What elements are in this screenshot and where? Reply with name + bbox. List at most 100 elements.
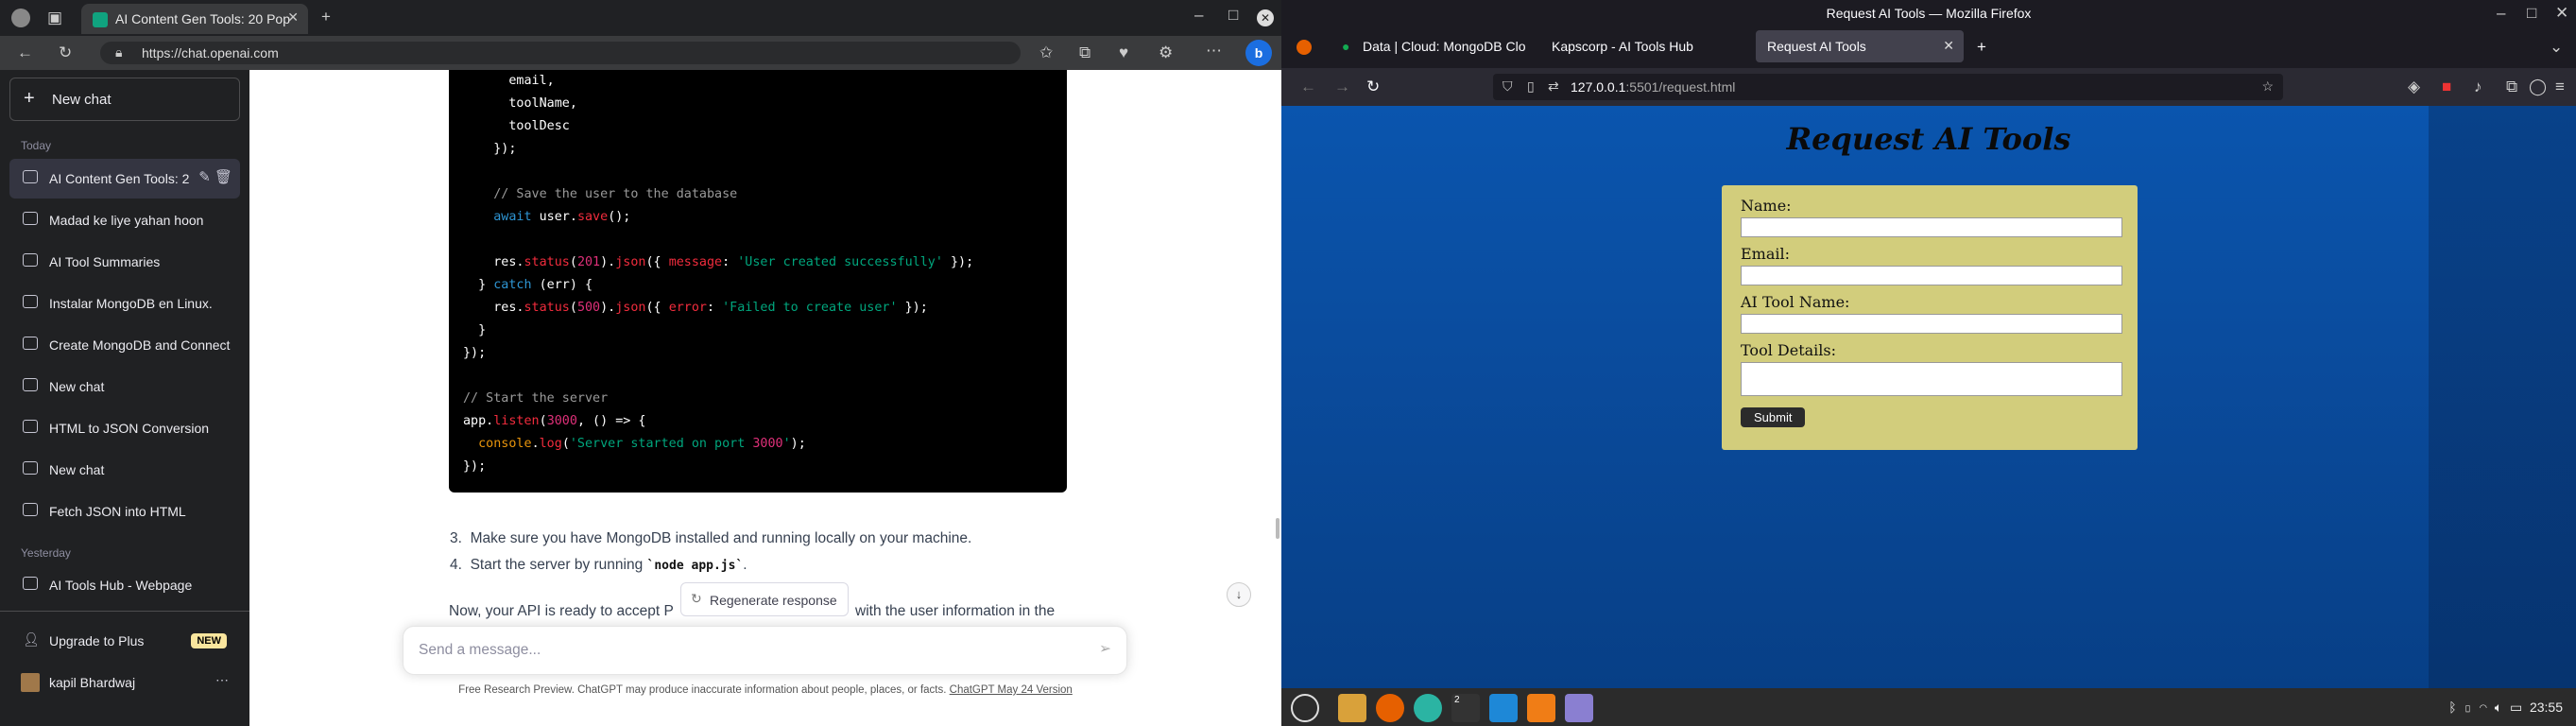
- user-menu[interactable]: kapil Bhardwaj ⋯: [9, 663, 240, 702]
- url-path: :5501/request.html: [1625, 79, 1736, 95]
- volume-icon[interactable]: 🔈︎: [2495, 700, 2502, 715]
- chat-item[interactable]: Madad ke liye yahan hoon: [9, 200, 240, 240]
- chat-item[interactable]: AI Content Gen Tools: 2 ✎ 🗑︎: [9, 159, 240, 199]
- message-input[interactable]: Send a message... ➢: [403, 626, 1127, 675]
- edge-dev-icon[interactable]: [1414, 694, 1442, 722]
- minimize-icon[interactable]: –: [2497, 4, 2505, 23]
- bluetooth-icon[interactable]: ᛒ: [2448, 700, 2456, 715]
- vscode-icon[interactable]: [1489, 694, 1518, 722]
- clock[interactable]: 23:55: [2530, 700, 2563, 715]
- chat-item[interactable]: Fetch JSON into HTML: [9, 492, 240, 531]
- address-bar[interactable]: 🔒︎ https://chat.openai.com: [100, 42, 1021, 64]
- footer-version-link[interactable]: ChatGPT May 24 Version: [950, 684, 1073, 696]
- upgrade-label: Upgrade to Plus: [49, 633, 145, 648]
- chat-item[interactable]: New chat: [9, 367, 240, 406]
- audio-icon[interactable]: ♪: [2474, 78, 2482, 96]
- forward-icon[interactable]: →: [1334, 78, 1350, 96]
- new-tab-button[interactable]: +: [321, 8, 331, 26]
- chat-item[interactable]: AI Tool Summaries: [9, 242, 240, 282]
- account-icon[interactable]: ◯: [2529, 78, 2547, 96]
- regenerate-button[interactable]: ↻ Regenerate response: [680, 582, 849, 616]
- scrollbar[interactable]: [1276, 518, 1279, 539]
- workspaces-icon[interactable]: ▣: [47, 9, 62, 27]
- close-tab-icon[interactable]: ✕: [1943, 38, 1954, 54]
- back-icon[interactable]: ←: [1300, 78, 1316, 96]
- performance-icon[interactable]: ♥: [1119, 43, 1128, 62]
- minimize-icon[interactable]: –: [1194, 6, 1203, 25]
- tool-details-label: Tool Details:: [1741, 341, 1836, 359]
- extensions-puzzle-icon[interactable]: ⧉: [2506, 78, 2517, 96]
- name-input[interactable]: [1741, 217, 2122, 237]
- message-placeholder: Send a message...: [419, 642, 541, 658]
- footer-disclaimer: Free Research Preview. ChatGPT may produ…: [249, 684, 1281, 696]
- firefox-view-icon[interactable]: [1297, 40, 1312, 55]
- collections-icon[interactable]: ⧉: [1079, 43, 1091, 62]
- chat-item-label: New chat: [49, 462, 105, 477]
- files-icon[interactable]: [1338, 694, 1366, 722]
- close-window-icon[interactable]: ✕: [2555, 4, 2568, 23]
- tab-request-ai-tools[interactable]: Request AI Tools ✕: [1756, 30, 1964, 62]
- tab-chatgpt[interactable]: AI Content Gen Tools: 20 Pop ✕: [81, 4, 308, 34]
- more-menu-icon[interactable]: ⋯: [1206, 42, 1222, 60]
- start-menu-icon[interactable]: [1291, 694, 1319, 722]
- chat-item[interactable]: HTML to JSON Conversion: [9, 408, 240, 448]
- chat-bubble-icon: [23, 170, 38, 183]
- app-icon[interactable]: [1565, 694, 1593, 722]
- permissions-icon: ⇄: [1548, 78, 1559, 94]
- edge-window: ▣ AI Content Gen Tools: 20 Pop ✕ + – □ ✕…: [0, 0, 1281, 726]
- tab-mongodb[interactable]: ● Data | Cloud: MongoDB Clo: [1329, 30, 1533, 62]
- chat-item[interactable]: Instalar MongoDB en Linux.: [9, 284, 240, 323]
- clipboard-icon[interactable]: ▯: [2464, 700, 2471, 715]
- more-icon[interactable]: ⋯: [215, 672, 229, 688]
- maximize-icon[interactable]: □: [2527, 4, 2536, 23]
- firefox-address-bar[interactable]: ⛉ ▯ ⇄ 127.0.0.1:5501/request.html ☆: [1493, 74, 2283, 100]
- bing-icon[interactable]: b: [1245, 40, 1272, 66]
- battery-icon[interactable]: ▭: [2510, 700, 2522, 715]
- sublime-icon[interactable]: [1527, 694, 1555, 722]
- favorites-icon[interactable]: ✩: [1039, 43, 1053, 62]
- bookmark-star-icon[interactable]: ☆: [2261, 78, 2274, 95]
- back-icon[interactable]: ←: [17, 43, 33, 62]
- email-input[interactable]: [1741, 266, 2122, 285]
- submit-button[interactable]: Submit: [1741, 407, 1806, 427]
- refresh-icon[interactable]: ↻: [59, 43, 72, 62]
- tool-details-textarea[interactable]: [1741, 362, 2122, 396]
- reload-icon[interactable]: ↻: [1366, 78, 1380, 96]
- edit-icon[interactable]: ✎: [198, 169, 211, 185]
- footer-text: Free Research Preview. ChatGPT may produ…: [458, 684, 950, 696]
- upgrade-button[interactable]: 👤︎ Upgrade to Plus NEW: [9, 621, 240, 661]
- firefox-title-bar: Request AI Tools — Mozilla Firefox – □ ✕: [1281, 0, 2576, 26]
- new-tab-button[interactable]: +: [1977, 38, 1986, 57]
- tool-name-input[interactable]: [1741, 314, 2122, 334]
- extensions-icon[interactable]: ⚙: [1159, 43, 1173, 62]
- tab-kapscorp[interactable]: Kapscorp - AI Tools Hub: [1540, 30, 1758, 62]
- menu-icon[interactable]: ≡: [2555, 78, 2565, 96]
- close-window-icon[interactable]: ✕: [1257, 9, 1274, 26]
- chat-bubble-icon: [23, 577, 38, 590]
- chatgpt-favicon-icon: [93, 12, 108, 27]
- terminal-icon[interactable]: 2: [1451, 694, 1480, 722]
- chat-item-label: HTML to JSON Conversion: [49, 421, 210, 436]
- list-tabs-icon[interactable]: ⌄: [2550, 38, 2563, 57]
- chat-main: email, toolName, toolDesc }); // Save th…: [249, 70, 1281, 726]
- maximize-icon[interactable]: □: [1228, 6, 1238, 25]
- scroll-down-button[interactable]: ↓: [1227, 582, 1251, 607]
- profile-avatar[interactable]: [11, 9, 30, 27]
- firefox-icon[interactable]: [1376, 694, 1404, 722]
- mongodb-leaf-icon: ●: [1342, 39, 1350, 54]
- network-icon[interactable]: ◠: [2480, 700, 2487, 715]
- delete-icon[interactable]: 🗑︎: [215, 169, 232, 185]
- chat-item[interactable]: New chat: [9, 450, 240, 490]
- new-chat-button[interactable]: + New chat: [9, 78, 240, 121]
- chat-item-label: AI Tool Summaries: [49, 254, 161, 269]
- chat-item[interactable]: AI Tools Hub - Webpage: [9, 565, 240, 605]
- chat-sidebar: + New chat Today AI Content Gen Tools: 2 ✎…: [0, 70, 249, 726]
- close-tab-icon[interactable]: ✕: [287, 9, 299, 26]
- firefox-tab-strip: ● Data | Cloud: MongoDB Clo Kapscorp - AI…: [1281, 26, 2576, 68]
- web-page: Request AI Tools Name: Email: AI Tool Na…: [1281, 106, 2576, 688]
- list-item: 4. Start the server by running `node app…: [450, 557, 747, 574]
- extension-icon[interactable]: ■: [2442, 78, 2451, 96]
- chat-item[interactable]: Create MongoDB and Connect: [9, 325, 240, 365]
- send-icon[interactable]: ➢: [1099, 640, 1111, 658]
- pocket-icon[interactable]: ◈: [2408, 78, 2420, 96]
